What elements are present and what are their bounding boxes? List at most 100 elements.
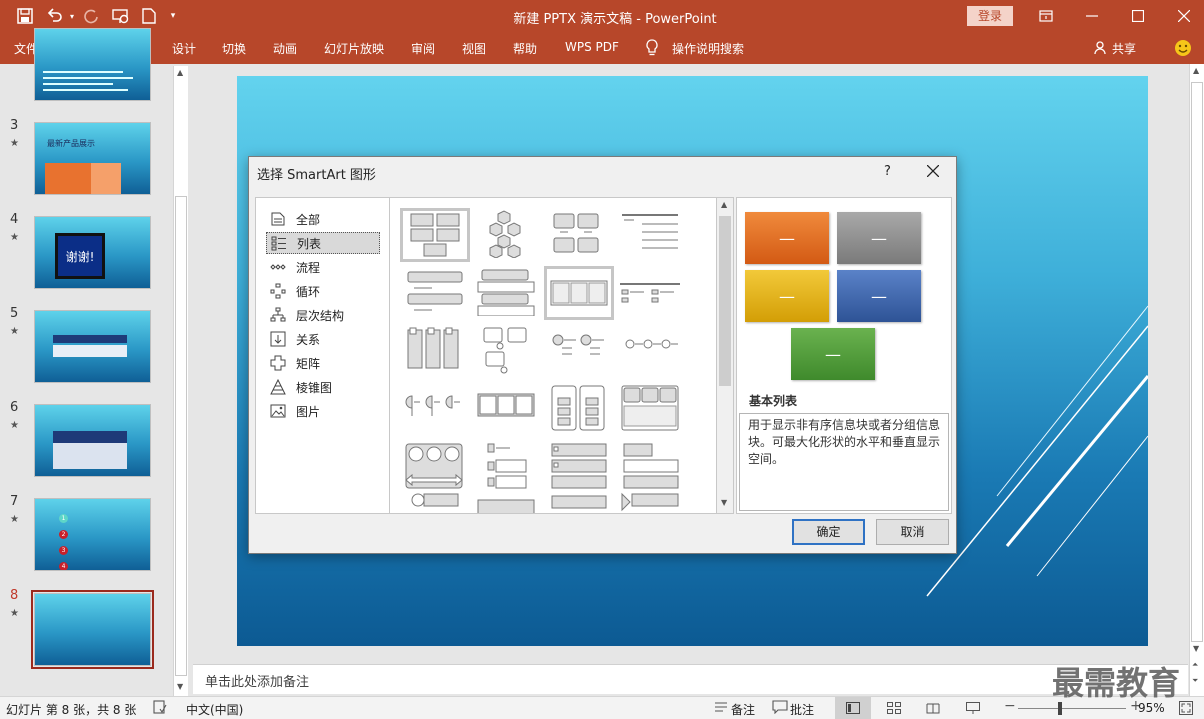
zoom-out-icon[interactable]: −	[1004, 698, 1016, 714]
login-button[interactable]: 登录	[967, 6, 1013, 26]
hierarchy-icon	[270, 307, 286, 322]
tab-review[interactable]: 审阅	[411, 40, 435, 57]
zoom-slider[interactable]	[1018, 708, 1126, 709]
slide-thumbnail-5[interactable]	[34, 310, 151, 383]
slide-thumbnail-3[interactable]: 最新产品展示	[34, 122, 151, 195]
redo-icon[interactable]	[80, 6, 102, 26]
category-label: 全部	[296, 212, 321, 227]
layout-half-circle-list[interactable]	[402, 384, 472, 438]
layout-trapezoid-list[interactable]	[474, 490, 544, 513]
layout-vertical-box-list[interactable]	[474, 268, 544, 322]
gallery-scrollbar[interactable]: ▲ ▼	[716, 197, 734, 514]
scroll-up-icon[interactable]: ▲	[1193, 66, 1199, 75]
cancel-button[interactable]: 取消	[876, 519, 949, 545]
layout-square-accent-list[interactable]	[546, 442, 616, 496]
scroll-thumb[interactable]	[1191, 82, 1203, 642]
slideshow-icon[interactable]	[966, 702, 980, 717]
layout-bullet-circles-list[interactable]	[546, 326, 616, 380]
smiley-icon[interactable]	[1174, 39, 1192, 60]
tab-design[interactable]: 设计	[172, 40, 196, 57]
slide-thumbnail-6[interactable]	[34, 404, 151, 477]
layout-table-list[interactable]	[618, 268, 688, 322]
layout-vertical-bullet-list[interactable]	[402, 268, 472, 322]
slide-thumbnail-8[interactable]	[34, 593, 151, 666]
layout-stacked-list[interactable]	[546, 384, 616, 438]
comments-icon[interactable]	[772, 700, 788, 717]
tab-wps-pdf[interactable]: WPS PDF	[565, 40, 619, 54]
slide-thumbnail-2[interactable]	[34, 28, 151, 101]
layout-pyramid-list[interactable]	[546, 490, 616, 513]
scroll-up-icon[interactable]: ▲	[721, 200, 727, 209]
layout-picture-caption-list[interactable]	[474, 326, 544, 380]
new-file-icon[interactable]	[138, 6, 160, 26]
slide-thumbnail-4[interactable]: 谢谢!	[34, 216, 151, 289]
layout-segmented-list[interactable]	[618, 442, 688, 496]
layout-vertical-tab-list[interactable]	[402, 326, 472, 380]
language-indicator[interactable]: 中文(中国)	[186, 701, 243, 718]
layout-vertical-bracket-list[interactable]	[474, 442, 544, 496]
ok-button[interactable]: 确定	[792, 519, 865, 545]
scroll-thumb[interactable]	[719, 216, 731, 386]
category-all[interactable]: 全部	[266, 208, 380, 230]
layout-lined-list[interactable]	[618, 210, 688, 264]
category-matrix[interactable]: 矩阵	[266, 352, 380, 374]
comments-toggle[interactable]: 批注	[790, 701, 814, 718]
save-icon[interactable]	[14, 6, 36, 26]
tab-animations[interactable]: 动画	[273, 40, 297, 57]
notes-icon[interactable]	[713, 700, 729, 717]
layout-basic-block-list[interactable]	[400, 208, 470, 262]
notes-toggle[interactable]: 备注	[731, 701, 755, 718]
share-icon[interactable]	[1094, 41, 1108, 58]
present-icon[interactable]	[110, 6, 132, 26]
animation-star-icon: ★	[10, 514, 19, 525]
layout-chevron-list[interactable]	[474, 384, 544, 438]
notes-pane[interactable]: 单击此处添加备注	[193, 664, 1188, 694]
undo-dropdown-icon[interactable]: ▾	[66, 6, 78, 26]
customize-toolbar-icon[interactable]: ▾	[166, 6, 180, 26]
tab-slideshow[interactable]: 幻灯片放映	[324, 40, 384, 57]
layout-horizontal-bullet-list[interactable]	[544, 266, 614, 320]
dialog-close-icon[interactable]	[926, 164, 940, 180]
slide-sorter-icon[interactable]	[887, 702, 901, 717]
layout-grouped-list[interactable]	[546, 210, 616, 264]
share-button[interactable]: 共享	[1112, 40, 1136, 57]
maximize-icon[interactable]	[1128, 6, 1148, 26]
help-icon[interactable]: ?	[884, 164, 891, 179]
layout-circle-list[interactable]	[402, 490, 472, 513]
scroll-down-icon[interactable]: ▼	[177, 682, 183, 691]
layout-arrow-list[interactable]	[618, 490, 688, 513]
spellcheck-icon[interactable]	[153, 700, 167, 717]
scroll-down-icon[interactable]: ▼	[721, 498, 727, 507]
tab-view[interactable]: 视图	[462, 40, 486, 57]
undo-icon[interactable]	[44, 6, 66, 26]
thumbnail-scrollbar[interactable]: ▲ ▼	[173, 66, 188, 696]
tell-me-search[interactable]: 操作说明搜索	[672, 40, 744, 57]
layout-horizontal-circles-list[interactable]	[618, 326, 688, 380]
category-cycle[interactable]: 循环	[266, 280, 380, 302]
ribbon-display-icon[interactable]	[1036, 6, 1056, 26]
next-slide-icon[interactable]: ⏷	[1192, 676, 1198, 686]
slide-scrollbar[interactable]: ▲ ▼ ⏶ ⏷	[1189, 64, 1204, 696]
category-list-item[interactable]: 列表	[266, 232, 380, 254]
fit-to-window-icon[interactable]	[1179, 701, 1193, 718]
category-picture[interactable]: 图片	[266, 400, 380, 422]
category-process[interactable]: 流程	[266, 256, 380, 278]
category-hierarchy[interactable]: 层次结构	[266, 304, 380, 326]
scroll-down-icon[interactable]: ▼	[1193, 644, 1199, 653]
minimize-icon[interactable]	[1082, 6, 1102, 26]
category-relationship[interactable]: 关系	[266, 328, 380, 350]
category-list: 全部 列表 流程 循环 层次结构 关系 矩阵 棱锥图 图片	[255, 197, 390, 514]
scroll-up-icon[interactable]: ▲	[177, 68, 183, 77]
previous-slide-icon[interactable]: ⏶	[1192, 660, 1198, 670]
slide-thumbnail-7[interactable]: 1 2 3 4	[34, 498, 151, 571]
reading-view-icon[interactable]	[926, 702, 940, 717]
layout-hexagon-cluster[interactable]	[474, 210, 544, 264]
close-icon[interactable]	[1174, 6, 1194, 26]
layout-grouped-blocks[interactable]	[618, 384, 688, 438]
tab-help[interactable]: 帮助	[513, 40, 537, 57]
layout-circle-arrow-list[interactable]	[402, 442, 472, 496]
tab-transitions[interactable]: 切换	[222, 40, 246, 57]
normal-view-button[interactable]	[835, 697, 871, 719]
category-pyramid[interactable]: 棱锥图	[266, 376, 380, 398]
scroll-thumb[interactable]	[175, 196, 187, 676]
